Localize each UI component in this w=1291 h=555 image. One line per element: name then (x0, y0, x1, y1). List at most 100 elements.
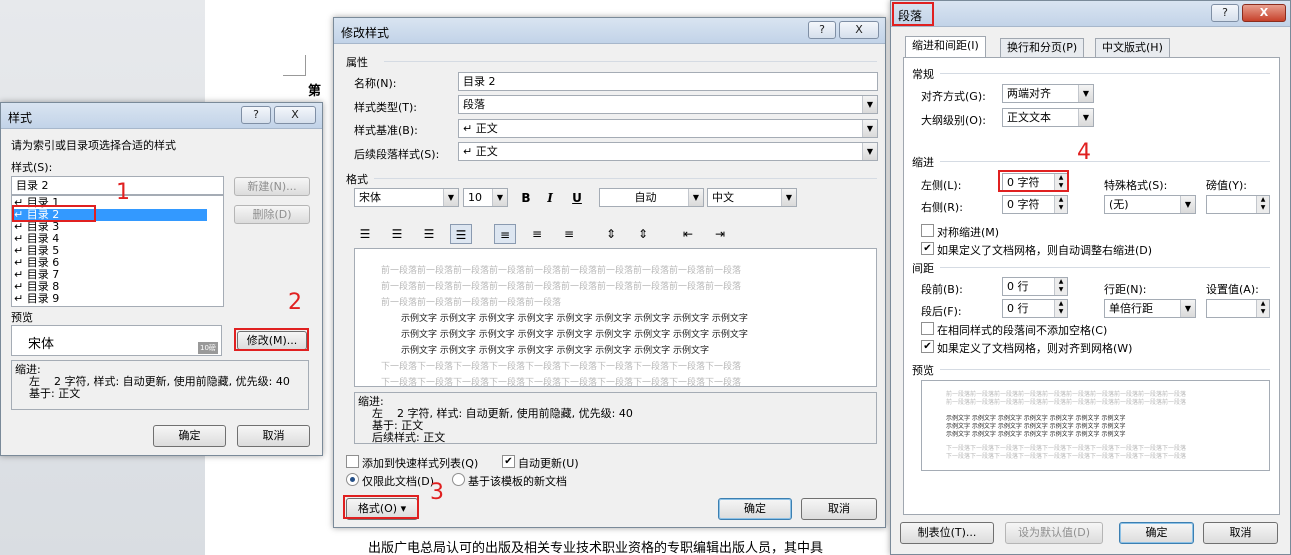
ok-button[interactable]: 确定 (153, 425, 226, 447)
new-style-button[interactable]: 新建(N)... (234, 177, 310, 196)
modify-style-dialog: 修改样式 ? X 属性 名称(N): 目录 2 样式类型(T): 段落 ▼ 样式基… (333, 17, 886, 528)
align-center-icon[interactable]: ☰ (386, 224, 408, 244)
ok-button[interactable]: 确定 (1119, 522, 1194, 544)
chevron-down-icon[interactable]: ▼ (781, 189, 796, 206)
document-heading: 第 (308, 84, 322, 99)
chevron-down-icon[interactable]: ▼ (1180, 300, 1195, 317)
align-justify-icon[interactable]: ☰ (450, 224, 472, 244)
document-body-text: 出版广电总局认可的出版及相关专业技术职业资格的专职编辑出版人员，其中具 (368, 541, 824, 555)
bold-button[interactable]: B (515, 188, 537, 208)
font-size-select[interactable]: 10 ▼ (463, 188, 508, 207)
style-type-select[interactable]: 段落 ▼ (458, 95, 878, 114)
spin-arrows-icon[interactable]: ▲ ▼ (1054, 300, 1067, 317)
font-select[interactable]: 宋体 ▼ (354, 188, 459, 207)
indent-by-input[interactable]: ▲ ▼ (1206, 195, 1270, 214)
modify-dialog-title: 修改样式 (341, 26, 390, 40)
space-after-icon[interactable]: ⇕ (632, 224, 654, 244)
modify-dialog-titlebar: 修改样式 ? X (334, 18, 885, 44)
space-after-input[interactable]: 0 行 ▲ ▼ (1002, 299, 1068, 318)
line-spacing-select[interactable]: 单倍行距 ▼ (1104, 299, 1196, 318)
spacing-group-line (940, 267, 1270, 268)
special-indent-select[interactable]: (无) ▼ (1104, 195, 1196, 214)
chevron-down-icon[interactable]: ▼ (862, 143, 877, 160)
annotation-4: 4 (1077, 140, 1091, 165)
style-description: 缩进: 左 2 字符, 样式: 自动更新, 使用前隐藏, 优先级: 40 基于:… (11, 360, 309, 410)
italic-button[interactable]: I (539, 188, 561, 208)
indent-by-label: 磅值(Y): (1206, 179, 1248, 192)
chevron-down-icon[interactable]: ▼ (1078, 85, 1093, 102)
snap-to-grid-checkbox[interactable]: ✔ (921, 340, 934, 353)
help-button[interactable]: ? (241, 106, 271, 124)
preview-sample-text: 示例文字 示例文字 示例文字 示例文字 示例文字 示例文字 示例文字 示例文字 … (401, 314, 748, 324)
cancel-button[interactable]: 取消 (1203, 522, 1278, 544)
paragraph-dialog-titlebar: 段落 ? X (891, 1, 1290, 27)
indents-spacing-panel: 常规 对齐方式(G): 两端对齐 ▼ 大纲级别(O): 正文文本 ▼ 缩进 左侧(L… (903, 57, 1280, 515)
next-style-select[interactable]: ↵ 正文 ▼ (458, 142, 878, 161)
mirror-indents-checkbox[interactable] (921, 224, 934, 237)
tab-line-page-breaks[interactable]: 换行和分页(P) (1000, 38, 1085, 57)
help-button[interactable]: ? (808, 21, 836, 39)
close-button[interactable]: X (1242, 4, 1286, 22)
line-spacing-double-icon[interactable]: ≡ (558, 224, 580, 244)
chevron-down-icon[interactable]: ▼ (862, 120, 877, 137)
properties-group-line (384, 61, 877, 62)
chevron-down-icon[interactable]: ▼ (1078, 109, 1093, 126)
ok-button[interactable]: 确定 (718, 498, 792, 520)
tab-indents-spacing[interactable]: 缩进和间距(I) (905, 36, 986, 58)
cancel-button[interactable]: 取消 (801, 498, 877, 520)
add-quick-style-checkbox[interactable] (346, 455, 359, 468)
list-item[interactable]: ↵ 目录 9 (14, 293, 59, 305)
line-spacing-1-5-icon[interactable]: ≡ (526, 224, 548, 244)
spin-arrows-icon[interactable]: ▲ ▼ (1054, 278, 1067, 295)
only-this-document-radio[interactable] (346, 473, 359, 486)
spin-arrows-icon[interactable]: ▲ ▼ (1256, 196, 1269, 213)
spin-arrows-icon[interactable]: ▲ ▼ (1054, 196, 1067, 213)
chevron-down-icon[interactable]: ▼ (1180, 196, 1195, 213)
tab-asian-typography[interactable]: 中文版式(H) (1095, 38, 1170, 57)
space-before-icon[interactable]: ⇕ (600, 224, 622, 244)
space-before-input[interactable]: 0 行 ▲ ▼ (1002, 277, 1068, 296)
outline-level-select[interactable]: 正文文本 ▼ (1002, 108, 1094, 127)
delete-style-button[interactable]: 删除(D) (234, 205, 310, 224)
style-dialog: 样式 ? X 请为索引或目录项选择合适的样式 样式(S): 目录 2 ↵ 目录 … (0, 102, 323, 456)
chevron-down-icon[interactable]: ▼ (443, 189, 458, 206)
tabs-button[interactable]: 制表位(T)... (900, 522, 994, 544)
underline-button[interactable]: U (566, 188, 588, 208)
script-select[interactable]: 中文 ▼ (707, 188, 797, 207)
style-base-select[interactable]: ↵ 正文 ▼ (458, 119, 878, 138)
font-preview: 宋体 10磅 (11, 325, 222, 356)
close-button[interactable]: X (839, 21, 879, 39)
increase-indent-icon[interactable]: ⇥ (709, 224, 731, 244)
auto-update-label: 自动更新(U) (518, 457, 579, 470)
style-name-field[interactable]: 目录 2 (458, 72, 878, 91)
style-type-label: 样式类型(T): (354, 101, 418, 114)
auto-adjust-right-checkbox[interactable]: ✔ (921, 242, 934, 255)
close-button[interactable]: X (274, 106, 316, 124)
auto-update-checkbox[interactable]: ✔ (502, 455, 515, 468)
alignment-select[interactable]: 两端对齐 ▼ (1002, 84, 1094, 103)
spin-arrows-icon[interactable]: ▲ ▼ (1256, 300, 1269, 317)
no-space-same-style-checkbox[interactable] (921, 322, 934, 335)
set-default-button[interactable]: 设为默认值(D) (1005, 522, 1103, 544)
align-right-icon[interactable]: ☰ (418, 224, 440, 244)
spacing-at-input[interactable]: ▲ ▼ (1206, 299, 1270, 318)
font-color-select[interactable]: 自动 ▼ (599, 188, 704, 207)
outline-level-label: 大纲级别(O): (921, 114, 986, 127)
right-indent-input[interactable]: 0 字符 ▲ ▼ (1002, 195, 1068, 214)
no-space-same-style-label: 在相同样式的段落间不添加空格(C) (937, 324, 1108, 337)
decrease-indent-icon[interactable]: ⇤ (677, 224, 699, 244)
cancel-button[interactable]: 取消 (237, 425, 310, 447)
chevron-down-icon[interactable]: ▼ (862, 96, 877, 113)
line-spacing-single-icon[interactable]: ≡ (494, 224, 516, 244)
chevron-down-icon[interactable]: ▼ (492, 189, 507, 206)
help-button[interactable]: ? (1211, 4, 1239, 22)
preview-prev-paragraph: 前一段落前一段落前一段落前一段落前一段落前一段落前一段落前一段落前一段落前一段落 (381, 266, 742, 276)
chevron-down-icon[interactable]: ▼ (688, 189, 703, 206)
align-left-icon[interactable]: ☰ (354, 224, 376, 244)
indent-label: 缩进 (912, 156, 934, 169)
style-base-label: 样式基准(B): (354, 124, 418, 137)
preview-next-paragraph: 下一段落下一段落下一段落下一段落下一段落下一段落下一段落下一段落下一段落下一段落 (946, 453, 1187, 460)
new-docs-template-radio[interactable] (452, 473, 465, 486)
preview-font-size: 10磅 (198, 342, 218, 354)
space-before-label: 段前(B): (921, 283, 963, 296)
